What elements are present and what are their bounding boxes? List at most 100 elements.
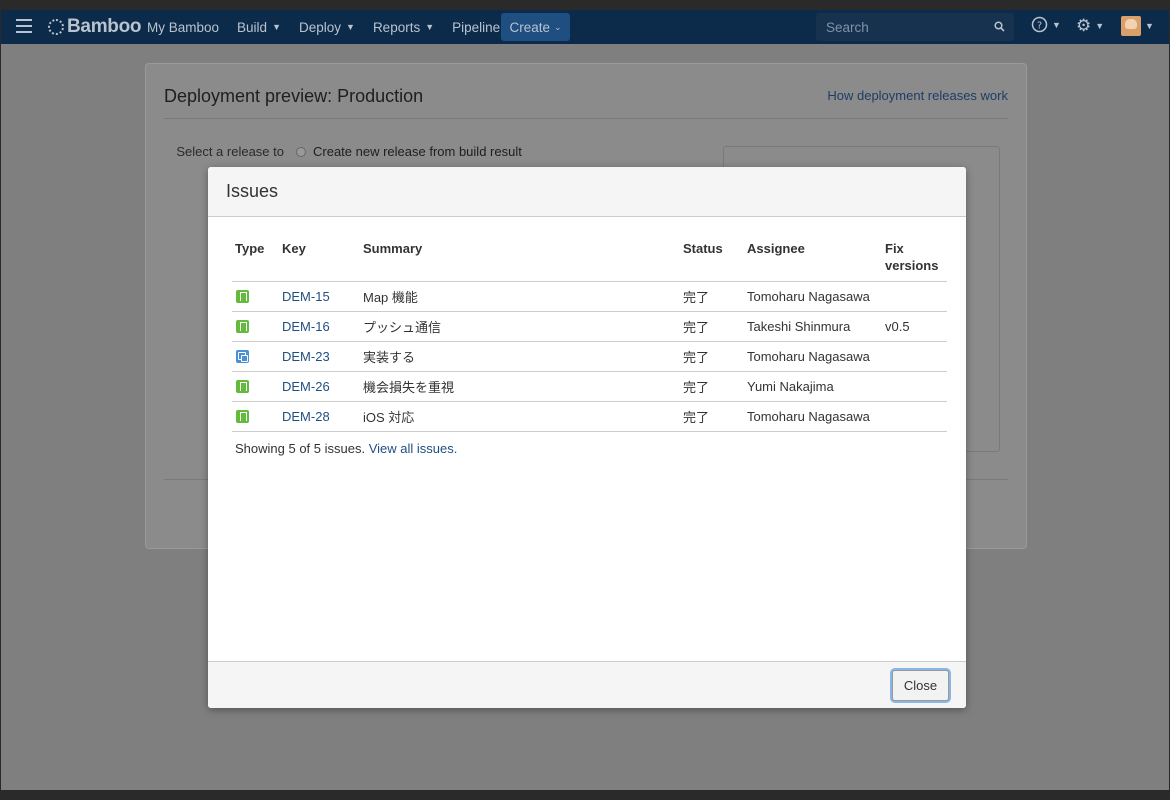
create-button[interactable]: Create ⌄ [501,13,570,41]
issue-key-link[interactable]: DEM-28 [282,409,330,424]
column-header-type: Type [232,238,279,282]
table-row: DEM-16 プッシュ通信 完了 Takeshi Shinmura v0.5 [232,311,947,342]
chevron-down-icon: ▼ [425,22,435,32]
issues-count-text: Showing 5 of 5 issues. [235,441,366,456]
chevron-down-icon: ▼ [1052,19,1061,30]
assignee-cell: Tomoharu Nagasawa [744,281,882,312]
avatar [1121,16,1141,36]
table-row: DEM-26 機会損失を重視 完了 Yumi Nakajima [232,371,947,402]
dialog-header: Issues [208,167,966,217]
create-label: Create [509,19,550,35]
close-button[interactable]: Close [892,670,949,701]
table-row: DEM-23 実装する 完了 Tomoharu Nagasawa [232,341,947,372]
table-header-row: Type Key Summary Status Assignee Fix ver… [232,238,947,282]
chevron-down-icon: ▼ [346,22,355,32]
divider [164,118,1008,119]
help-icon: ? [1031,16,1048,33]
story-icon [236,290,249,303]
user-menu[interactable]: ▼ [1121,16,1154,36]
create-release-radio-label: Create new release from build result [313,144,522,159]
bamboo-logo-icon [48,19,64,35]
assignee-cell: Yumi Nakajima [744,371,882,402]
dialog-title: Issues [226,181,279,201]
chevron-down-icon: ▼ [1095,21,1105,31]
nav-deploy[interactable]: Deploy ▼ [299,10,355,44]
fix-version-cell [882,341,947,372]
status-cell: 完了 [680,371,744,402]
column-header-status: Status [680,238,744,282]
status-cell: 完了 [680,281,744,312]
gear-icon: ⚙ [1076,16,1092,35]
key-cell: DEM-26 [279,371,360,402]
search-input[interactable]: Search [816,13,1014,41]
nav-build[interactable]: Build ▼ [237,10,281,44]
fix-version-cell: v0.5 [882,311,947,342]
chevron-down-icon: ▼ [272,22,281,32]
issue-key-link[interactable]: DEM-23 [282,349,330,364]
column-header-assignee: Assignee [744,238,882,282]
type-cell [232,281,279,312]
nav-label: Build [237,19,268,35]
assignee-cell: Tomoharu Nagasawa [744,341,882,372]
key-cell: DEM-28 [279,401,360,432]
type-cell [232,371,279,402]
release-select-label: Select a release to deploy [176,144,284,159]
story-icon [236,380,249,393]
fix-version-cell [882,401,947,432]
top-navigation-bar: Bamboo My Bamboo Build ▼ Deploy ▼ Reports ▼… [1,10,1169,44]
help-link[interactable]: How deployment releases work [827,88,1008,103]
type-cell [232,341,279,372]
story-icon [236,320,249,333]
menu-icon[interactable] [16,19,32,33]
assignee-cell: Tomoharu Nagasawa [744,401,882,432]
help-menu[interactable]: ? ▼ [1031,16,1061,33]
key-cell: DEM-23 [279,341,360,372]
nav-my-bamboo[interactable]: My Bamboo [147,10,219,44]
table-row: DEM-15 Map 機能 完了 Tomoharu Nagasawa [232,281,947,312]
issue-key-link[interactable]: DEM-26 [282,379,330,394]
assignee-cell: Takeshi Shinmura [744,311,882,342]
view-all-issues-link[interactable]: View all issues. [369,441,458,456]
column-header-fix-versions: Fix versions [882,238,947,282]
summary-cell: 機会損失を重視 [360,371,680,402]
chevron-down-icon: ⌄ [553,21,562,32]
svg-text:?: ? [1037,21,1042,32]
type-cell [232,311,279,342]
nav-label: Deploy [298,19,342,35]
nav-reports[interactable]: Reports ▼ [373,10,434,44]
nav-pipeline[interactable]: Pipeline [452,10,500,44]
issues-table: Type Key Summary Status Assignee Fix ver… [232,238,947,432]
logo-text: Bamboo [67,16,142,37]
fix-version-cell [882,371,947,402]
status-cell: 完了 [680,401,744,432]
summary-cell: iOS 対応 [360,401,680,432]
nav-label: Pipeline [452,19,501,35]
settings-menu[interactable]: ⚙ ▼ [1076,16,1104,36]
issues-count-line: Showing 5 of 5 issues. View all issues. [235,441,457,456]
page-title: Deployment preview: Production [164,86,424,106]
summary-cell: プッシュ通信 [360,311,680,342]
create-release-radio[interactable] [296,147,306,157]
status-cell: 完了 [680,311,744,342]
issue-key-link[interactable]: DEM-16 [282,319,330,334]
story-icon [236,410,249,423]
bamboo-logo[interactable]: Bamboo [48,16,142,38]
chevron-down-icon: ▼ [1145,21,1154,31]
summary-cell: Map 機能 [360,281,680,312]
table-row: DEM-28 iOS 対応 完了 Tomoharu Nagasawa [232,401,947,432]
dialog-footer: Close [208,661,966,708]
type-cell [232,401,279,432]
main-nav: My Bamboo Build ▼ Deploy ▼ Reports ▼ Pipeli… [147,10,518,44]
summary-cell: 実装する [360,341,680,372]
issues-dialog: Issues Type Key Summary Status Assignee … [208,167,966,708]
search-placeholder: Search [826,19,869,35]
nav-label: My Bamboo [147,19,220,35]
key-cell: DEM-15 [279,281,360,312]
subtask-icon [236,350,249,363]
fix-version-cell [882,281,947,312]
column-header-summary: Summary [360,238,680,282]
issue-key-link[interactable]: DEM-15 [282,289,330,304]
key-cell: DEM-16 [279,311,360,342]
search-icon [994,21,1005,32]
column-header-key: Key [279,238,360,282]
